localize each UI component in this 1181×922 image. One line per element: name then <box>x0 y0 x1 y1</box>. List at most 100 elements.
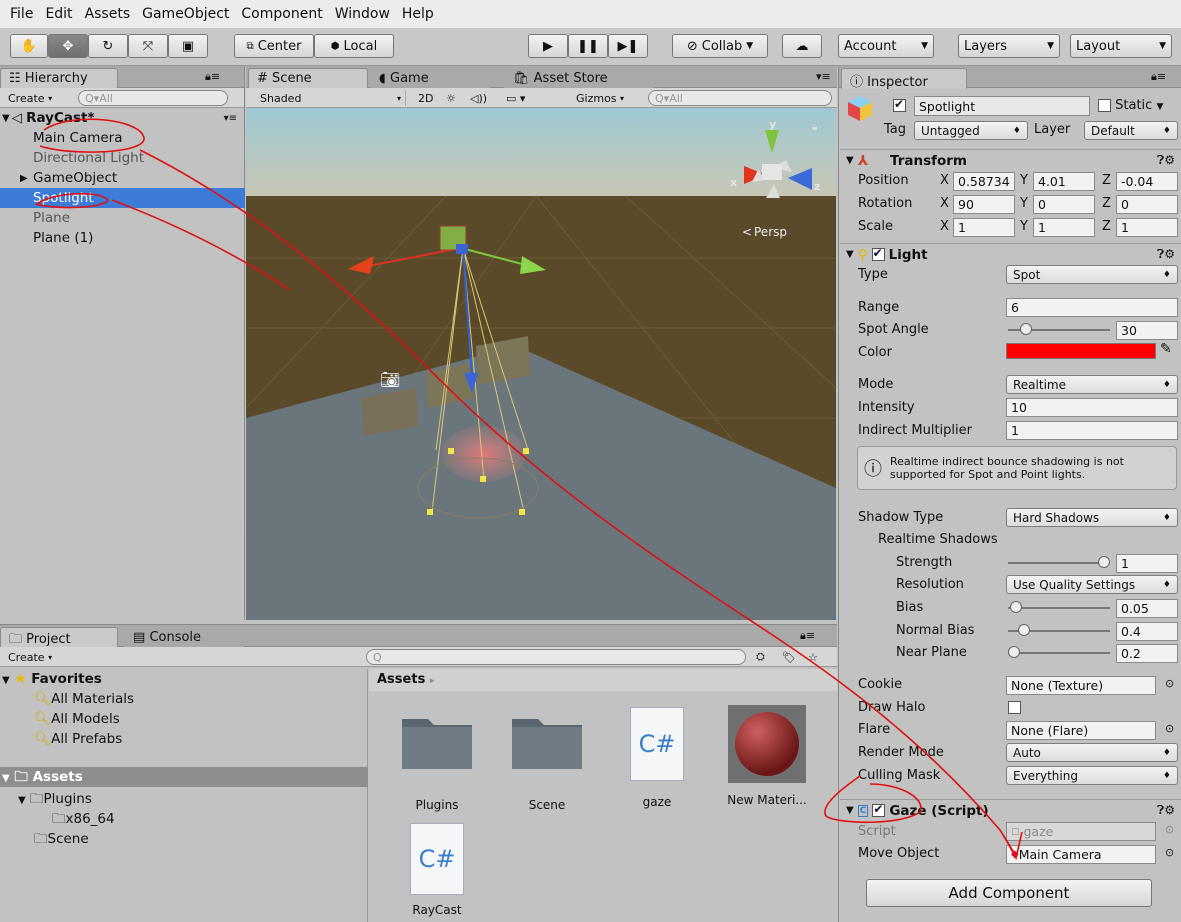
lock-icon[interactable]: 🔒︎≡ <box>205 70 220 84</box>
asset-folder-plugins[interactable]: Plugins <box>387 711 487 812</box>
filter-label-icon[interactable]: 🏷︎ <box>778 649 800 665</box>
transform-header[interactable]: ▼ ⅄ Transform ❓︎⚙︎ <box>840 149 1181 171</box>
rotation-y-field[interactable]: 0 <box>1033 195 1095 214</box>
menu-icon[interactable]: ▾≡ <box>816 70 831 83</box>
normal-bias-field[interactable]: 0.4 <box>1116 622 1178 641</box>
collab-dropdown[interactable]: ⊘ Collab ▼ <box>672 34 768 58</box>
menu-component[interactable]: Component <box>235 6 328 22</box>
persp-label[interactable]: Persp <box>754 225 787 239</box>
expand-arrow-icon[interactable]: ▼ <box>2 113 10 124</box>
position-x-field[interactable]: 0.58734 <box>953 172 1015 191</box>
mode-dropdown[interactable]: Realtime ♦ <box>1006 375 1178 394</box>
menu-edit[interactable]: Edit <box>39 6 78 22</box>
tree-scene[interactable]: 🗀Scene <box>34 829 89 852</box>
filter-type-icon[interactable]: ⛭ <box>752 649 769 665</box>
breadcrumb[interactable]: Assets ▸ <box>369 669 837 691</box>
asset-script-raycast[interactable]: C# RayCast <box>387 823 487 917</box>
2d-toggle[interactable]: 2D <box>414 90 437 106</box>
help-icon[interactable]: ❓︎⚙︎ <box>1157 247 1175 262</box>
render-mode-dropdown[interactable]: Auto ♦ <box>1006 743 1178 762</box>
cookie-field[interactable]: None (Texture) <box>1006 676 1156 695</box>
favorite-star-icon[interactable]: ☆ <box>804 649 822 665</box>
menu-help[interactable]: Help <box>396 6 440 22</box>
lock-icon[interactable]: 🔒︎≡ <box>1151 70 1166 84</box>
hierarchy-item-spotlight[interactable]: Spotlight <box>0 188 245 208</box>
shadow-type-dropdown[interactable]: Hard Shadows ♦ <box>1006 508 1178 527</box>
tab-asset-store[interactable]: 🛍︎ Asset Store <box>504 68 654 89</box>
gizmos-dropdown[interactable]: Gizmos ▾ <box>572 90 628 106</box>
create-dropdown[interactable]: Create ▾ <box>4 649 56 665</box>
fav-all-materials[interactable]: 🔍︎All Materials <box>34 691 134 707</box>
near-plane-field[interactable]: 0.2 <box>1116 644 1178 663</box>
shading-mode-dropdown[interactable]: Shaded ▾ <box>256 90 406 106</box>
hierarchy-item-main-camera[interactable]: Main Camera <box>0 128 245 148</box>
hierarchy-item-plane-1[interactable]: Plane (1) <box>0 228 245 248</box>
expand-arrow-icon[interactable]: ▼ <box>846 249 854 260</box>
hand-tool-button[interactable]: ✋ <box>10 34 48 58</box>
move-object-field[interactable]: ◆ Main Camera <box>1006 845 1156 864</box>
scale-tool-button[interactable]: ⤧ <box>128 34 168 58</box>
position-y-field[interactable]: 4.01 <box>1033 172 1095 191</box>
eyedropper-icon[interactable]: ✎ <box>1160 341 1172 357</box>
expand-arrow-icon[interactable]: ▼ <box>846 805 854 816</box>
expand-arrow-icon[interactable]: ▼ <box>2 675 10 686</box>
project-search-input[interactable]: Q <box>366 649 746 665</box>
rotation-x-field[interactable]: 90 <box>953 195 1015 214</box>
scene-viewport[interactable]: 📷︎ y x z 🔒︎ < Persp <box>246 108 836 620</box>
audio-toggle-icon[interactable]: ◁)) <box>466 90 491 106</box>
bias-field[interactable]: 0.05 <box>1116 599 1178 618</box>
active-checkbox[interactable] <box>893 97 906 113</box>
menu-window[interactable]: Window <box>329 6 396 22</box>
hierarchy-item-gameobject[interactable]: ▶ GameObject <box>0 168 245 188</box>
pause-button[interactable]: ❚❚ <box>568 34 608 58</box>
scale-z-field[interactable]: 1 <box>1116 218 1178 237</box>
scale-x-field[interactable]: 1 <box>953 218 1015 237</box>
expand-arrow-icon[interactable]: ▶ <box>20 173 33 184</box>
flare-field[interactable]: None (Flare) <box>1006 721 1156 740</box>
account-dropdown[interactable]: Account ▼ <box>838 34 934 58</box>
light-type-dropdown[interactable]: Spot ♦ <box>1006 265 1178 284</box>
move-tool-button[interactable]: ✥ <box>48 34 88 58</box>
gaze-script-header[interactable]: ▼ C Gaze (Script) ❓︎⚙︎ <box>840 799 1181 821</box>
object-picker-icon[interactable]: ⊙ <box>1165 846 1174 859</box>
fav-all-models[interactable]: 🔍︎All Models <box>34 711 120 727</box>
pivot-local-button[interactable]: ⬢ Local <box>314 34 394 58</box>
expand-arrow-icon[interactable]: ▼ <box>2 773 10 784</box>
strength-knob[interactable] <box>1098 556 1110 568</box>
menu-file[interactable]: File <box>4 6 39 22</box>
menu-gameobject[interactable]: GameObject <box>136 6 235 22</box>
scale-y-field[interactable]: 1 <box>1033 218 1095 237</box>
static-toggle[interactable]: Static ▼ <box>1098 98 1163 113</box>
script-enabled-checkbox[interactable] <box>872 802 886 817</box>
tab-console[interactable]: ▤ Console <box>124 627 244 648</box>
spot-angle-knob[interactable] <box>1020 323 1032 335</box>
pivot-center-button[interactable]: ⧉ Center <box>234 34 314 58</box>
lighting-toggle-icon[interactable]: ☼ <box>442 90 460 106</box>
asset-material[interactable]: New Materi... <box>717 705 817 807</box>
indirect-multiplier-field[interactable]: 1 <box>1006 421 1178 440</box>
play-button[interactable]: ▶ <box>528 34 568 58</box>
spot-angle-field[interactable]: 30 <box>1116 321 1178 340</box>
rect-tool-button[interactable]: ▣ <box>168 34 208 58</box>
position-z-field[interactable]: -0.04 <box>1116 172 1178 191</box>
layout-dropdown[interactable]: Layout ▼ <box>1070 34 1172 58</box>
color-swatch[interactable] <box>1006 343 1156 359</box>
step-button[interactable]: ▶❚ <box>608 34 648 58</box>
help-icon[interactable]: ❓︎⚙︎ <box>1157 803 1175 818</box>
near-plane-knob[interactable] <box>1008 646 1020 658</box>
tab-scene[interactable]: # Scene <box>248 68 368 89</box>
near-plane-slider[interactable] <box>1008 652 1110 654</box>
asset-folder-scene[interactable]: Scene <box>497 711 597 812</box>
object-picker-icon[interactable]: ⊙ <box>1165 722 1174 735</box>
tag-dropdown[interactable]: Untagged ♦ <box>914 121 1028 140</box>
help-icon[interactable]: ❓︎⚙︎ <box>1157 153 1175 168</box>
bias-slider[interactable] <box>1008 607 1110 609</box>
tab-project[interactable]: 🗀 Project <box>0 627 118 648</box>
expand-arrow-icon[interactable]: ▼ <box>18 795 26 806</box>
expand-arrow-icon[interactable]: ▼ <box>846 155 854 166</box>
hierarchy-item-plane[interactable]: Plane <box>0 208 245 228</box>
tab-hierarchy[interactable]: ☷ Hierarchy <box>0 68 118 89</box>
asset-script-gaze[interactable]: C# gaze <box>607 707 707 809</box>
layers-dropdown[interactable]: Layers ▼ <box>958 34 1060 58</box>
rotate-tool-button[interactable]: ↻ <box>88 34 128 58</box>
